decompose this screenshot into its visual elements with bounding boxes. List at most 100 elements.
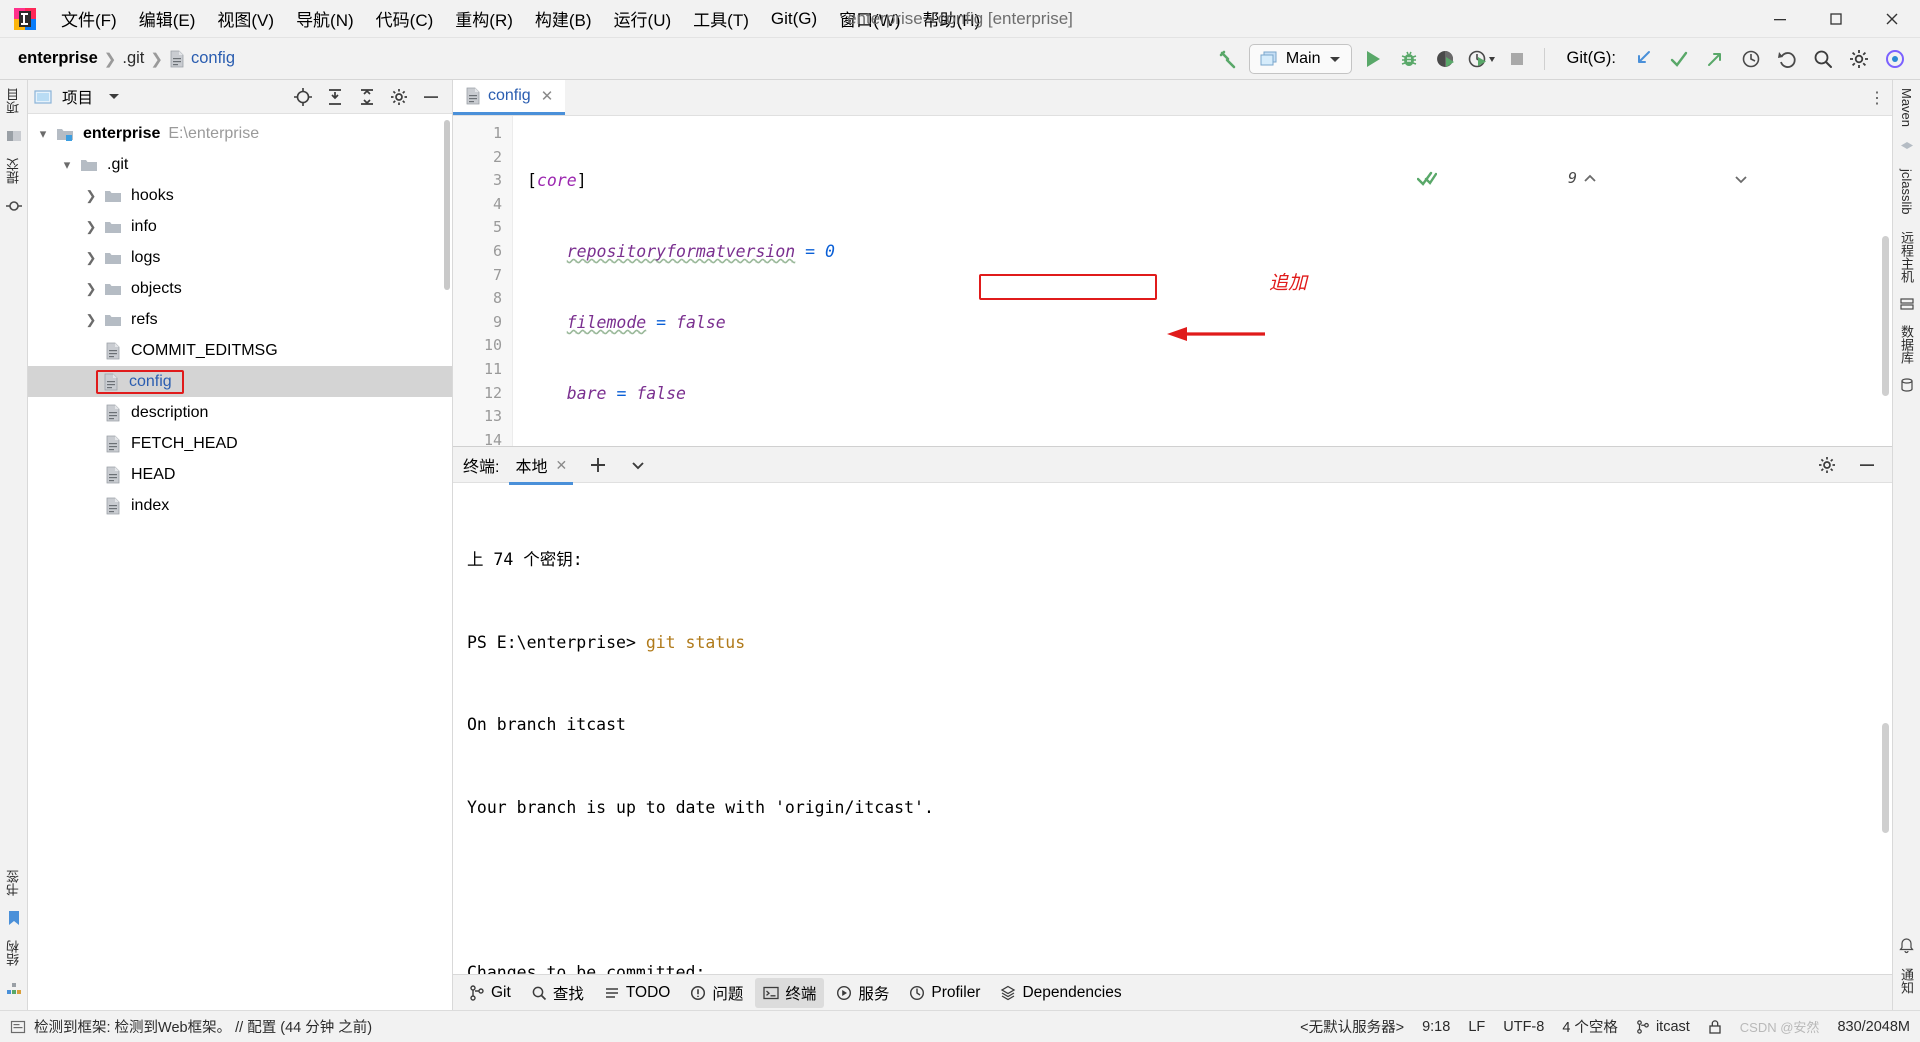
inspection-widget[interactable]: 9 — [1417, 124, 1878, 234]
tool-button-problems[interactable]: 问题 — [682, 978, 751, 1008]
status-server[interactable]: <无默认服务器> — [1300, 1016, 1404, 1037]
tree-node-config[interactable]: config — [28, 366, 452, 397]
run-configuration-selector[interactable]: Main — [1248, 43, 1352, 74]
tree-node-logs[interactable]: ❯ logs — [28, 242, 452, 273]
status-branch[interactable]: itcast — [1636, 1019, 1690, 1035]
chevron-right-icon[interactable]: ❯ — [80, 188, 102, 204]
sidebar-item-notifications[interactable]: 通知 — [1892, 960, 1920, 1002]
breadcrumb-file[interactable]: config — [191, 49, 235, 68]
tool-button-services[interactable]: 服务 — [828, 978, 897, 1008]
status-line-separator[interactable]: LF — [1468, 1019, 1485, 1035]
sidebar-item-structure[interactable]: 结构 — [0, 932, 28, 974]
menu-item-code[interactable]: 代码(C) — [365, 2, 445, 35]
chevron-down-icon[interactable] — [1734, 127, 1879, 231]
tree-node-enterprise[interactable]: ▾ enterprise E:\enterprise — [28, 118, 452, 149]
tree-node-description[interactable]: description — [28, 397, 452, 428]
close-button[interactable] — [1864, 0, 1920, 38]
close-icon[interactable]: ✕ — [541, 87, 554, 105]
tool-button-profiler[interactable]: Profiler — [901, 980, 988, 1006]
maximize-button[interactable] — [1808, 0, 1864, 38]
ai-assistant-icon[interactable] — [1880, 44, 1910, 74]
terminal-tab-local[interactable]: 本地 ✕ — [509, 447, 574, 485]
database-icon[interactable] — [1900, 377, 1914, 392]
tree-node-hooks[interactable]: ❯ hooks — [28, 180, 452, 211]
sidebar-item-maven[interactable]: Maven — [1894, 80, 1919, 135]
lock-icon[interactable] — [1708, 1019, 1722, 1035]
maven-icon[interactable] — [1900, 141, 1914, 155]
status-encoding[interactable]: UTF-8 — [1503, 1019, 1544, 1035]
project-tree-scrollbar[interactable] — [444, 120, 450, 290]
tree-node-objects[interactable]: ❯ objects — [28, 273, 452, 304]
menu-item-git[interactable]: Git(G) — [760, 5, 828, 33]
menu-item-run[interactable]: 运行(U) — [603, 2, 683, 35]
tool-button-dependencies[interactable]: Dependencies — [992, 980, 1129, 1006]
run-icon[interactable] — [1358, 44, 1388, 74]
chevron-down-icon[interactable] — [107, 92, 121, 101]
chevron-right-icon[interactable]: ❯ — [80, 281, 102, 297]
tree-node-head[interactable]: HEAD — [28, 459, 452, 490]
hide-panel-icon[interactable] — [416, 82, 446, 112]
code-editor[interactable]: 1 2 3 4 5 6 7 8 9 10 11 12 13 14 [core] … — [453, 116, 1892, 446]
menu-item-help[interactable]: 帮助(H) — [912, 2, 992, 35]
sidebar-item-bookmarks[interactable]: 书签 — [0, 862, 28, 904]
editor-tab-config[interactable]: config ✕ — [453, 80, 566, 115]
push-icon[interactable] — [1700, 44, 1730, 74]
run-with-coverage-icon[interactable] — [1430, 44, 1460, 74]
chevron-up-icon[interactable] — [1583, 127, 1728, 231]
code-content[interactable]: [core] repositoryformatversion = 0 filem… — [513, 116, 1892, 446]
sidebar-item-commit[interactable]: 提交 — [0, 150, 28, 192]
settings-gear-icon[interactable] — [384, 82, 414, 112]
chevron-down-icon[interactable]: ▾ — [56, 157, 78, 173]
minimize-button[interactable] — [1752, 0, 1808, 38]
menu-item-navigate[interactable]: 导航(N) — [285, 2, 365, 35]
stop-icon[interactable] — [1502, 44, 1532, 74]
tool-button-find[interactable]: 查找 — [523, 978, 592, 1008]
commit-diamond-icon[interactable] — [5, 198, 22, 214]
structure-icon[interactable] — [6, 980, 22, 996]
editor-scrollbar[interactable] — [1882, 236, 1889, 396]
tree-node-index[interactable]: index — [28, 490, 452, 521]
tree-node-fetch-head[interactable]: FETCH_HEAD — [28, 428, 452, 459]
breadcrumb-folder[interactable]: .git — [122, 49, 144, 68]
terminal-minimize-icon[interactable] — [1852, 450, 1882, 480]
settings-gear-icon[interactable] — [1844, 44, 1874, 74]
menu-item-window[interactable]: 窗口(W) — [828, 2, 911, 35]
collapse-all-icon[interactable] — [352, 82, 382, 112]
update-project-icon[interactable] — [1628, 44, 1658, 74]
chevron-down-icon[interactable]: ▾ — [32, 126, 54, 142]
terminal-scrollbar[interactable] — [1882, 723, 1889, 833]
project-tree[interactable]: ▾ enterprise E:\enterprise ▾ .git ❯ hook… — [28, 114, 452, 1010]
sidebar-item-jclasslib[interactable]: jclasslib — [1894, 161, 1919, 223]
tree-node-refs[interactable]: ❯ refs — [28, 304, 452, 335]
expand-all-icon[interactable] — [320, 82, 350, 112]
breadcrumb-project[interactable]: enterprise — [18, 49, 98, 68]
project-view-icon[interactable] — [6, 128, 22, 144]
add-terminal-icon[interactable] — [583, 450, 613, 480]
menu-item-edit[interactable]: 编辑(E) — [128, 2, 207, 35]
close-icon[interactable]: ✕ — [555, 457, 567, 474]
notification-bell-icon[interactable] — [1899, 938, 1914, 954]
menu-item-build[interactable]: 构建(B) — [524, 2, 603, 35]
chevron-right-icon[interactable]: ❯ — [80, 250, 102, 266]
sidebar-item-project[interactable]: 项目 — [0, 80, 28, 122]
profile-icon[interactable] — [1466, 44, 1496, 74]
menu-item-file[interactable]: 文件(F) — [50, 2, 128, 35]
sidebar-item-remote-host[interactable]: 远程主机 — [1892, 223, 1920, 291]
locate-file-icon[interactable] — [288, 82, 318, 112]
chevron-right-icon[interactable]: ❯ — [80, 312, 102, 328]
search-everywhere-icon[interactable] — [1808, 44, 1838, 74]
menu-item-refactor[interactable]: 重构(R) — [444, 2, 524, 35]
menu-item-tools[interactable]: 工具(T) — [682, 2, 760, 35]
terminal-list-chevron-down-icon[interactable] — [623, 450, 653, 480]
history-icon[interactable] — [1736, 44, 1766, 74]
terminal-settings-gear-icon[interactable] — [1812, 450, 1842, 480]
tree-node-commit-editmsg[interactable]: COMMIT_EDITMSG — [28, 335, 452, 366]
debug-icon[interactable] — [1394, 44, 1424, 74]
sidebar-item-database[interactable]: 数据库 — [1892, 317, 1920, 372]
commit-icon[interactable] — [1664, 44, 1694, 74]
menu-item-view[interactable]: 视图(V) — [206, 2, 285, 35]
tool-button-todo[interactable]: TODO — [596, 980, 679, 1006]
tool-button-terminal[interactable]: 终端 — [755, 977, 825, 1008]
editor-options-icon[interactable]: ⋮ — [1862, 80, 1892, 115]
status-caret-position[interactable]: 9:18 — [1422, 1019, 1450, 1035]
